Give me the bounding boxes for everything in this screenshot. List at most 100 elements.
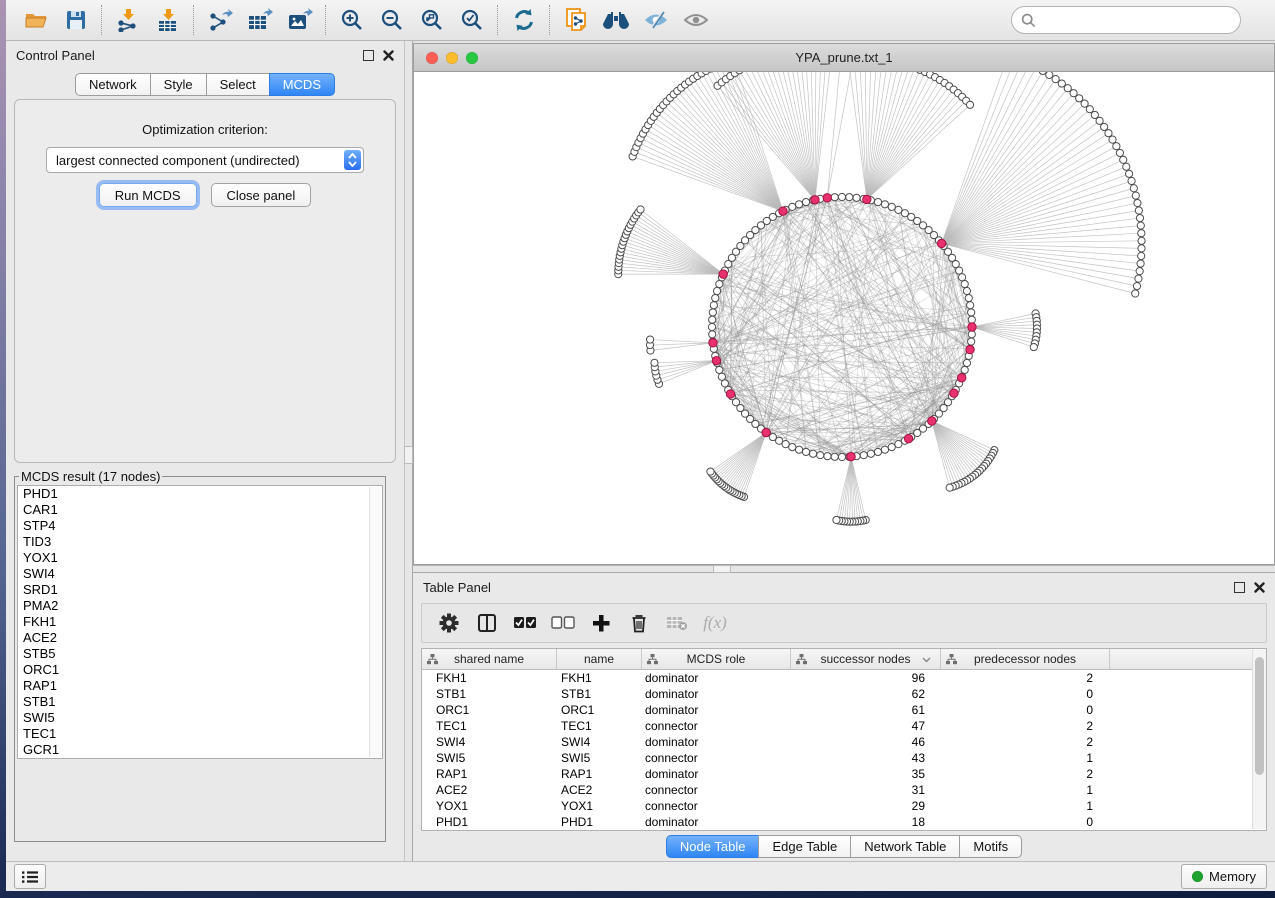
add-column-button[interactable]	[582, 607, 620, 639]
network-node[interactable]	[789, 203, 796, 210]
export-table-button[interactable]	[240, 3, 280, 37]
network-node[interactable]	[1052, 76, 1059, 83]
network-node[interactable]	[1113, 143, 1120, 150]
network-node[interactable]	[1109, 136, 1116, 143]
tab-mcds[interactable]: MCDS	[269, 73, 335, 96]
network-node[interactable]	[789, 444, 796, 451]
network-node[interactable]	[1123, 163, 1130, 170]
table-tab-network-table[interactable]: Network Table	[850, 835, 960, 858]
mcds-node[interactable]	[968, 323, 976, 331]
mcds-node[interactable]	[762, 428, 770, 436]
mcds-result-item[interactable]: SWI5	[18, 710, 382, 726]
mcds-result-item[interactable]: SRD1	[18, 582, 382, 598]
mcds-result-item[interactable]: SWI4	[18, 566, 382, 582]
network-node[interactable]	[874, 448, 881, 455]
column-header-shared-name[interactable]: shared name	[422, 649, 557, 669]
network-node[interactable]	[721, 380, 728, 387]
network-node[interactable]	[961, 280, 968, 287]
deselect-all-button[interactable]	[544, 607, 582, 639]
network-node[interactable]	[1116, 149, 1123, 156]
network-node[interactable]	[895, 441, 902, 448]
network-node[interactable]	[1132, 192, 1139, 199]
network-node[interactable]	[846, 194, 853, 201]
mcds-result-item[interactable]: CAR1	[18, 502, 382, 518]
network-node[interactable]	[713, 287, 720, 294]
network-node[interactable]	[795, 201, 802, 208]
network-node[interactable]	[709, 316, 716, 323]
network-node[interactable]	[956, 267, 963, 274]
network-node[interactable]	[1138, 230, 1145, 237]
network-node[interactable]	[1133, 283, 1140, 290]
table-settings-button[interactable]	[430, 607, 468, 639]
show-columns-button[interactable]	[468, 607, 506, 639]
network-node[interactable]	[838, 193, 845, 200]
network-node[interactable]	[1125, 170, 1132, 177]
network-node[interactable]	[968, 338, 975, 345]
mcds-result-item[interactable]: STP4	[18, 518, 382, 534]
network-node[interactable]	[968, 309, 975, 316]
tab-style[interactable]: Style	[150, 73, 207, 96]
network-node[interactable]	[1138, 252, 1145, 259]
select-all-button[interactable]	[506, 607, 544, 639]
mcds-node[interactable]	[811, 196, 819, 204]
network-node[interactable]	[1138, 245, 1145, 252]
mcds-node[interactable]	[937, 239, 945, 247]
mcds-result-item[interactable]: ACE2	[18, 630, 382, 646]
mcds-result-item[interactable]: RAP1	[18, 678, 382, 694]
network-node[interactable]	[716, 366, 723, 373]
criterion-select[interactable]: largest connected component (undirected)	[46, 147, 364, 173]
table-scrollbar-thumb[interactable]	[1255, 657, 1264, 775]
network-canvas[interactable]	[414, 72, 1274, 564]
network-node[interactable]	[709, 331, 716, 338]
network-node[interactable]	[1137, 260, 1144, 267]
table-scrollbar[interactable]	[1252, 650, 1266, 829]
table-row[interactable]: RAP1RAP1dominator352	[422, 766, 1266, 782]
network-node[interactable]	[867, 450, 874, 457]
table-row[interactable]: SWI4SWI4dominator462	[422, 734, 1266, 750]
network-node[interactable]	[1046, 72, 1053, 79]
mcds-node[interactable]	[719, 270, 727, 278]
mcds-result-item[interactable]: STB5	[18, 646, 382, 662]
mcds-node[interactable]	[928, 417, 936, 425]
network-node[interactable]	[831, 453, 838, 460]
function-builder-button[interactable]: f(x)	[696, 607, 734, 639]
table-row[interactable]: PHD1PHD1dominator180	[422, 814, 1266, 830]
network-node[interactable]	[1132, 290, 1139, 297]
zoom-out-button[interactable]	[372, 3, 412, 37]
delete-table-button[interactable]	[658, 607, 696, 639]
mcds-node[interactable]	[712, 356, 720, 364]
splitter-handle[interactable]	[404, 446, 413, 464]
table-row[interactable]: ACE2ACE2connector311	[422, 782, 1266, 798]
hide-selected-button[interactable]	[636, 3, 676, 37]
network-node[interactable]	[1135, 207, 1142, 214]
mcds-result-item[interactable]: ORC1	[18, 662, 382, 678]
mcds-node[interactable]	[950, 389, 958, 397]
network-node[interactable]	[946, 484, 953, 491]
network-node[interactable]	[838, 453, 845, 460]
refresh-button[interactable]	[504, 3, 544, 37]
network-node[interactable]	[1130, 185, 1137, 192]
network-node[interactable]	[881, 446, 888, 453]
mcds-node[interactable]	[847, 452, 855, 460]
network-node[interactable]	[1137, 222, 1144, 229]
network-node[interactable]	[1138, 237, 1145, 244]
mcds-node[interactable]	[957, 374, 965, 382]
network-node[interactable]	[709, 309, 716, 316]
show-panels-button[interactable]	[14, 864, 46, 889]
memory-button[interactable]: Memory	[1181, 864, 1267, 889]
mcds-result-item[interactable]: TEC1	[18, 726, 382, 742]
network-node[interactable]	[874, 198, 881, 205]
vertical-splitter[interactable]	[404, 41, 413, 861]
delete-column-button[interactable]	[620, 607, 658, 639]
zoom-fit-button[interactable]	[412, 3, 452, 37]
network-node[interactable]	[824, 453, 831, 460]
column-header-predecessor-nodes[interactable]: predecessor nodes	[941, 649, 1110, 669]
splitter-handle[interactable]	[713, 565, 731, 573]
network-node[interactable]	[708, 323, 715, 330]
network-node[interactable]	[888, 203, 895, 210]
network-node[interactable]	[1128, 177, 1135, 184]
float-panel-icon[interactable]	[363, 50, 374, 61]
mcds-node[interactable]	[863, 195, 871, 203]
network-node[interactable]	[1030, 343, 1037, 350]
network-node[interactable]	[968, 316, 975, 323]
